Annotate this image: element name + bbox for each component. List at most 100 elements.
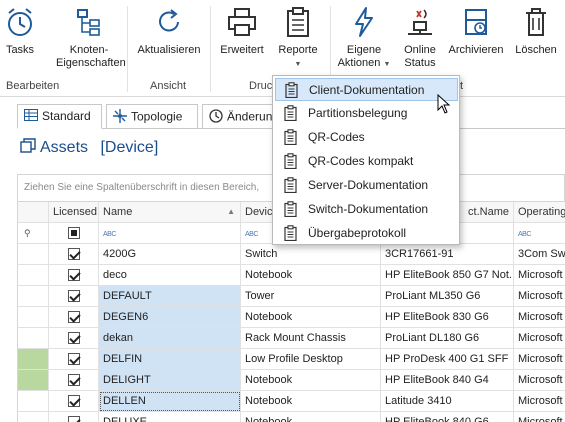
device-cell: Rack Mount Chassis [241, 328, 381, 349]
report-clipboard-icon [284, 201, 297, 220]
topology-icon [113, 109, 127, 126]
tab-standard[interactable]: Standard [17, 104, 102, 129]
licensed-checkbox[interactable] [68, 290, 80, 302]
online-status-icon [405, 6, 435, 41]
table-row[interactable]: DELFIN Low Profile Desktop HP ProDesk 40… [18, 349, 565, 370]
node-properties-icon [74, 6, 104, 41]
lightning-icon [350, 6, 378, 41]
tasks-button[interactable]: Tasks [0, 0, 40, 78]
row-indicator [18, 265, 49, 286]
menu-item-uebergabeprotokoll[interactable]: Übergabeprotokoll [275, 222, 458, 245]
menu-item-partitionsbelegung[interactable]: Partitionsbelegung [275, 102, 458, 125]
device-cell: Low Profile Desktop [241, 349, 381, 370]
menu-item-qr-codes-kompakt[interactable]: QR-Codes kompakt [275, 150, 458, 173]
group-label-bearbeiten: Bearbeiten [6, 80, 60, 92]
licensed-checkbox[interactable] [68, 311, 80, 323]
licensed-checkbox[interactable] [68, 353, 80, 365]
licensed-cell[interactable] [49, 349, 99, 370]
filter-licensed[interactable] [49, 223, 99, 244]
table-row[interactable]: deco Notebook HP EliteBook 850 G7 Not...… [18, 265, 565, 286]
licensed-cell[interactable] [49, 265, 99, 286]
reports-dropdown-menu: Client-Dokumentation Partitionsbelegung … [272, 75, 460, 245]
column-header-name[interactable]: Name ▲ [99, 202, 241, 223]
name-cell: DEFAULT [99, 286, 241, 307]
menu-item-qr-codes[interactable]: QR-Codes [275, 126, 458, 149]
product-cell: 3CR17661-91 [381, 244, 514, 265]
print-advanced-button[interactable]: Erweitert [216, 0, 268, 78]
node-properties-label: Knoten- Eigenschaften [56, 44, 126, 69]
product-cell: HP ProDesk 400 G1 SFF [381, 349, 514, 370]
device-cell: Notebook [241, 307, 381, 328]
licensed-cell[interactable] [49, 286, 99, 307]
ribbon-separator [127, 6, 128, 92]
licensed-cell[interactable] [49, 328, 99, 349]
os-cell: Microsoft [514, 349, 565, 370]
menu-item-label: QR-Codes kompakt [308, 154, 414, 168]
delete-button[interactable]: Löschen [510, 0, 562, 78]
ribbon-separator [210, 6, 211, 92]
table-row[interactable]: dekan Rack Mount Chassis ProLiant DL180 … [18, 328, 565, 349]
menu-item-server-dokumentation[interactable]: Server-Dokumentation [275, 174, 458, 197]
os-cell: Microsoft [514, 265, 565, 286]
column-header-licensed[interactable]: Licensed [49, 202, 99, 223]
device-cell: Tower [241, 286, 381, 307]
group-label-ansicht: Ansicht [150, 80, 187, 92]
licensed-checkbox[interactable] [68, 416, 80, 422]
refresh-icon [154, 6, 184, 41]
tab-topologie[interactable]: Topologie [106, 104, 198, 129]
os-cell: Microsoft [514, 391, 565, 412]
licensed-checkbox[interactable] [68, 248, 80, 260]
custom-actions-label: Eigene Aktionen ▼ [337, 44, 391, 69]
report-clipboard-icon [284, 105, 297, 124]
online-status-button[interactable]: Online Status [394, 0, 446, 78]
reports-button[interactable]: Reporte ▼ [272, 0, 324, 78]
assets-title: Assets [Device] [20, 138, 158, 159]
windows-icon [20, 138, 36, 159]
refresh-label: Aktualisieren [137, 44, 201, 56]
table-row[interactable]: DELLEN Notebook Latitude 3410 Microsoft [18, 391, 565, 412]
licensed-checkbox[interactable] [68, 374, 80, 386]
row-indicator [18, 307, 49, 328]
archive-button[interactable]: Archivieren [448, 0, 504, 78]
device-cell: Notebook [241, 370, 381, 391]
licensed-checkbox[interactable] [68, 395, 80, 407]
tab-topologie-label: Topologie [131, 109, 183, 124]
name-cell: deco [99, 265, 241, 286]
assets-title-text: Assets [40, 139, 89, 156]
table-row[interactable]: DELIGHT Notebook HP EliteBook 840 G4 Mic… [18, 370, 565, 391]
clipboard-icon [284, 6, 312, 41]
licensed-cell[interactable] [49, 412, 99, 422]
node-properties-button[interactable]: Knoten- Eigenschaften [56, 0, 126, 78]
custom-actions-button[interactable]: Eigene Aktionen ▼ [336, 0, 392, 78]
filter-row-icon: ⚲ [18, 223, 49, 244]
filter-licensed-checkbox[interactable] [68, 227, 80, 239]
report-clipboard-icon [284, 153, 297, 172]
table-row[interactable]: 4200G Switch 3CR17661-91 3Com Swi [18, 244, 565, 265]
tab-aenderungen[interactable]: Änderun [202, 104, 278, 129]
os-cell: Microsoft [514, 412, 565, 422]
archive-icon [461, 6, 491, 41]
column-header-os[interactable]: OperatingS [514, 202, 565, 223]
text-filter-icon: ABC [518, 231, 531, 238]
filter-name[interactable]: ABC [99, 223, 241, 244]
os-cell: Microsoft [514, 307, 565, 328]
refresh-button[interactable]: Aktualisieren [134, 0, 204, 78]
printer-icon [226, 6, 258, 41]
licensed-checkbox[interactable] [68, 269, 80, 281]
licensed-cell[interactable] [49, 391, 99, 412]
table-row[interactable]: DELUXE Notebook HP EliteBook 840 G6 Micr… [18, 412, 565, 422]
column-header-indicator[interactable] [18, 202, 49, 223]
filter-os[interactable]: ABC [514, 223, 565, 244]
os-cell: 3Com Swi [514, 244, 565, 265]
archive-label: Archivieren [448, 44, 504, 56]
os-cell: Microsoft [514, 286, 565, 307]
licensed-cell[interactable] [49, 370, 99, 391]
menu-item-switch-dokumentation[interactable]: Switch-Dokumentation [275, 198, 458, 221]
menu-item-client-dokumentation[interactable]: Client-Dokumentation [275, 78, 458, 101]
table-row[interactable]: DEFAULT Tower ProLiant ML350 G6 Microsof… [18, 286, 565, 307]
licensed-cell[interactable] [49, 307, 99, 328]
licensed-cell[interactable] [49, 244, 99, 265]
licensed-checkbox[interactable] [68, 332, 80, 344]
product-cell: HP EliteBook 840 G4 [381, 370, 514, 391]
table-row[interactable]: DEGEN6 Notebook HP EliteBook 830 G6 Micr… [18, 307, 565, 328]
